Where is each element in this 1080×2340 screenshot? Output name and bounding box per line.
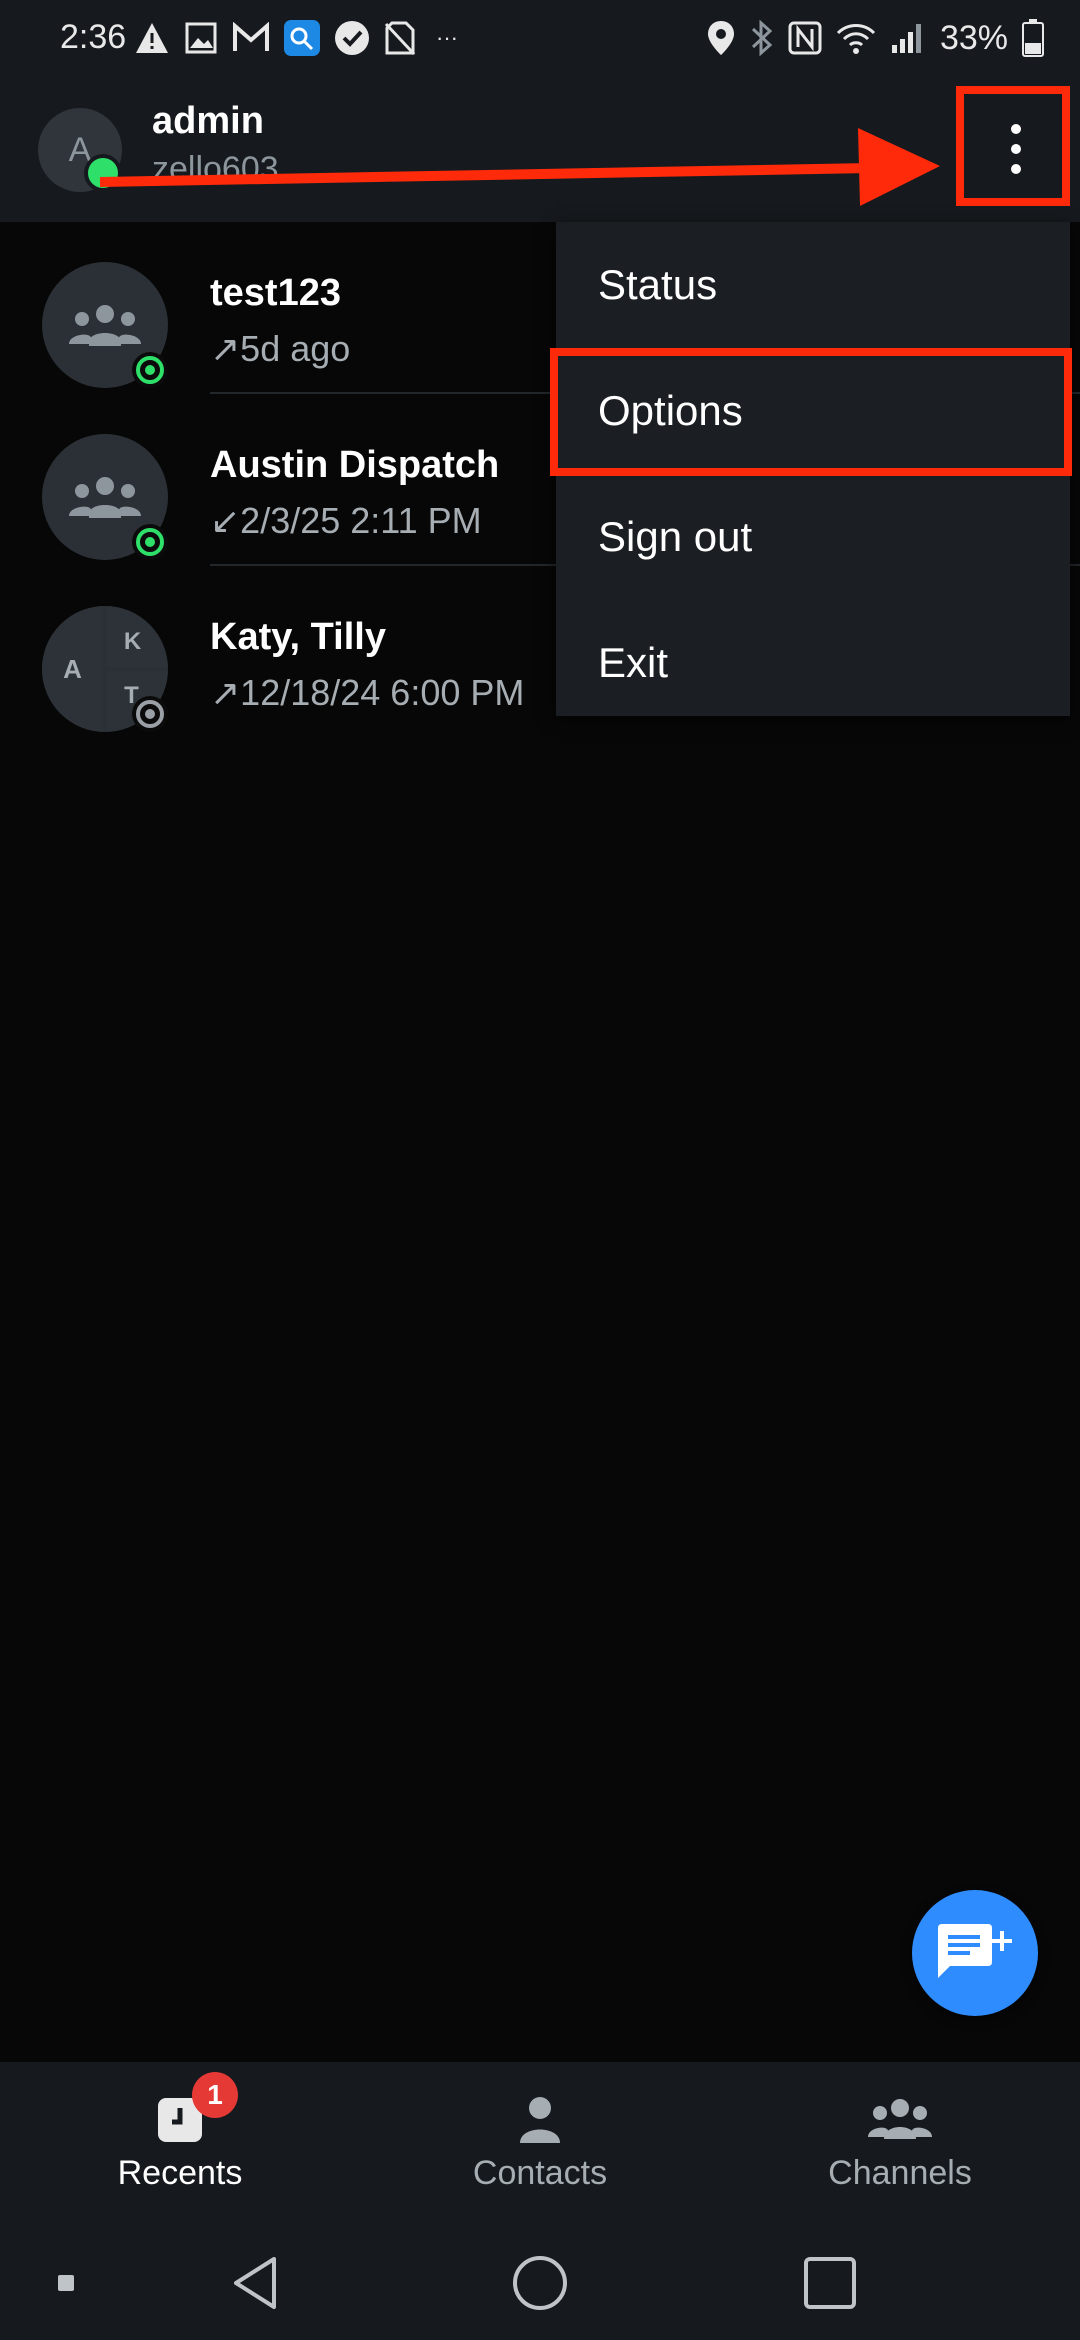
warning-icon bbox=[136, 23, 168, 53]
online-status-icon bbox=[132, 352, 168, 388]
account-subtitle: zello603 bbox=[152, 150, 279, 188]
check-circle-icon bbox=[335, 21, 369, 55]
group-icon bbox=[69, 477, 141, 518]
bottom-navigation: 1 Recents Contacts Channels bbox=[0, 2062, 1080, 2226]
last-activity: ↗12/18/24 6:00 PM bbox=[210, 672, 524, 714]
nfc-icon bbox=[788, 21, 822, 55]
away-status-icon bbox=[132, 696, 168, 732]
no-sim-icon bbox=[384, 21, 416, 56]
menu-item-options[interactable]: Options bbox=[556, 348, 1070, 474]
app-header: A admin zello603 bbox=[0, 80, 1080, 222]
outgoing-arrow-icon: ↗ bbox=[210, 672, 241, 713]
tab-label: Recents bbox=[117, 2154, 243, 2192]
tab-icon-wrap: 1 bbox=[156, 2072, 238, 2148]
contact-name: test123 bbox=[210, 272, 341, 314]
back-triangle-icon bbox=[234, 2257, 276, 2309]
more-notifications-icon: ··· bbox=[436, 25, 458, 50]
wifi-icon bbox=[836, 24, 875, 54]
menu-item-exit[interactable]: Exit bbox=[556, 600, 1070, 726]
home-circle-icon bbox=[513, 2256, 567, 2310]
new-message-button[interactable] bbox=[912, 1890, 1038, 2016]
last-activity-time: 2/3/25 2:11 PM bbox=[240, 500, 482, 541]
add-chat-icon bbox=[938, 1924, 1012, 1978]
tab-icon-wrap bbox=[867, 2092, 933, 2148]
tab-icon-wrap bbox=[518, 2092, 562, 2148]
system-navigation-bar bbox=[0, 2226, 1080, 2340]
group-icon bbox=[69, 305, 141, 346]
image-icon bbox=[185, 22, 217, 54]
last-activity-time: 5d ago bbox=[240, 328, 351, 369]
overview-button[interactable] bbox=[790, 2248, 870, 2318]
status-time: 2:36 bbox=[60, 18, 127, 56]
outgoing-arrow-icon: ↗ bbox=[210, 328, 241, 369]
last-activity-time: 12/18/24 6:00 PM bbox=[240, 672, 525, 713]
menu-item-sign-out[interactable]: Sign out bbox=[556, 474, 1070, 600]
online-status-dot bbox=[84, 154, 122, 192]
tab-channels[interactable]: Channels bbox=[720, 2062, 1080, 2226]
more-vert-icon bbox=[1011, 119, 1021, 179]
avatar-initial: A bbox=[42, 606, 103, 732]
online-status-icon bbox=[132, 524, 168, 560]
contact-name: Austin Dispatch bbox=[210, 444, 500, 486]
last-activity: ↗5d ago bbox=[210, 328, 350, 370]
unread-badge: 1 bbox=[192, 2072, 238, 2118]
system-status-icons: 33% bbox=[706, 16, 1044, 60]
tab-label: Contacts bbox=[472, 2154, 608, 2192]
back-button[interactable] bbox=[216, 2248, 296, 2318]
avatar-initial: K bbox=[107, 606, 168, 667]
notification-icons: ··· bbox=[134, 18, 458, 58]
tab-recents[interactable]: 1 Recents bbox=[0, 2062, 360, 2226]
battery-percent: 33% bbox=[939, 18, 1008, 57]
location-icon bbox=[707, 21, 734, 55]
person-icon bbox=[520, 2097, 560, 2143]
tab-contacts[interactable]: Contacts bbox=[360, 2062, 720, 2226]
battery-icon bbox=[1022, 19, 1044, 57]
app-icon bbox=[284, 20, 320, 56]
recent-apps-small-button[interactable] bbox=[26, 2248, 106, 2318]
account-username: admin bbox=[152, 100, 264, 142]
signal-icon bbox=[891, 24, 921, 53]
gmail-icon bbox=[233, 22, 269, 51]
incoming-arrow-icon: ↙ bbox=[210, 500, 241, 541]
more-options-button[interactable] bbox=[962, 90, 1070, 208]
home-button[interactable] bbox=[500, 2248, 580, 2318]
overflow-menu: Status Options Sign out Exit bbox=[556, 222, 1070, 716]
group-icon bbox=[868, 2099, 932, 2139]
tab-label: Channels bbox=[828, 2154, 972, 2192]
menu-item-status[interactable]: Status bbox=[556, 222, 1070, 348]
status-bar: 2:36 ··· 33% bbox=[0, 0, 1080, 80]
contact-name: Katy, Tilly bbox=[210, 616, 386, 658]
bluetooth-icon bbox=[751, 19, 773, 57]
overview-square-icon bbox=[804, 2257, 856, 2309]
last-activity: ↙2/3/25 2:11 PM bbox=[210, 500, 482, 542]
square-dot-icon bbox=[58, 2275, 74, 2291]
